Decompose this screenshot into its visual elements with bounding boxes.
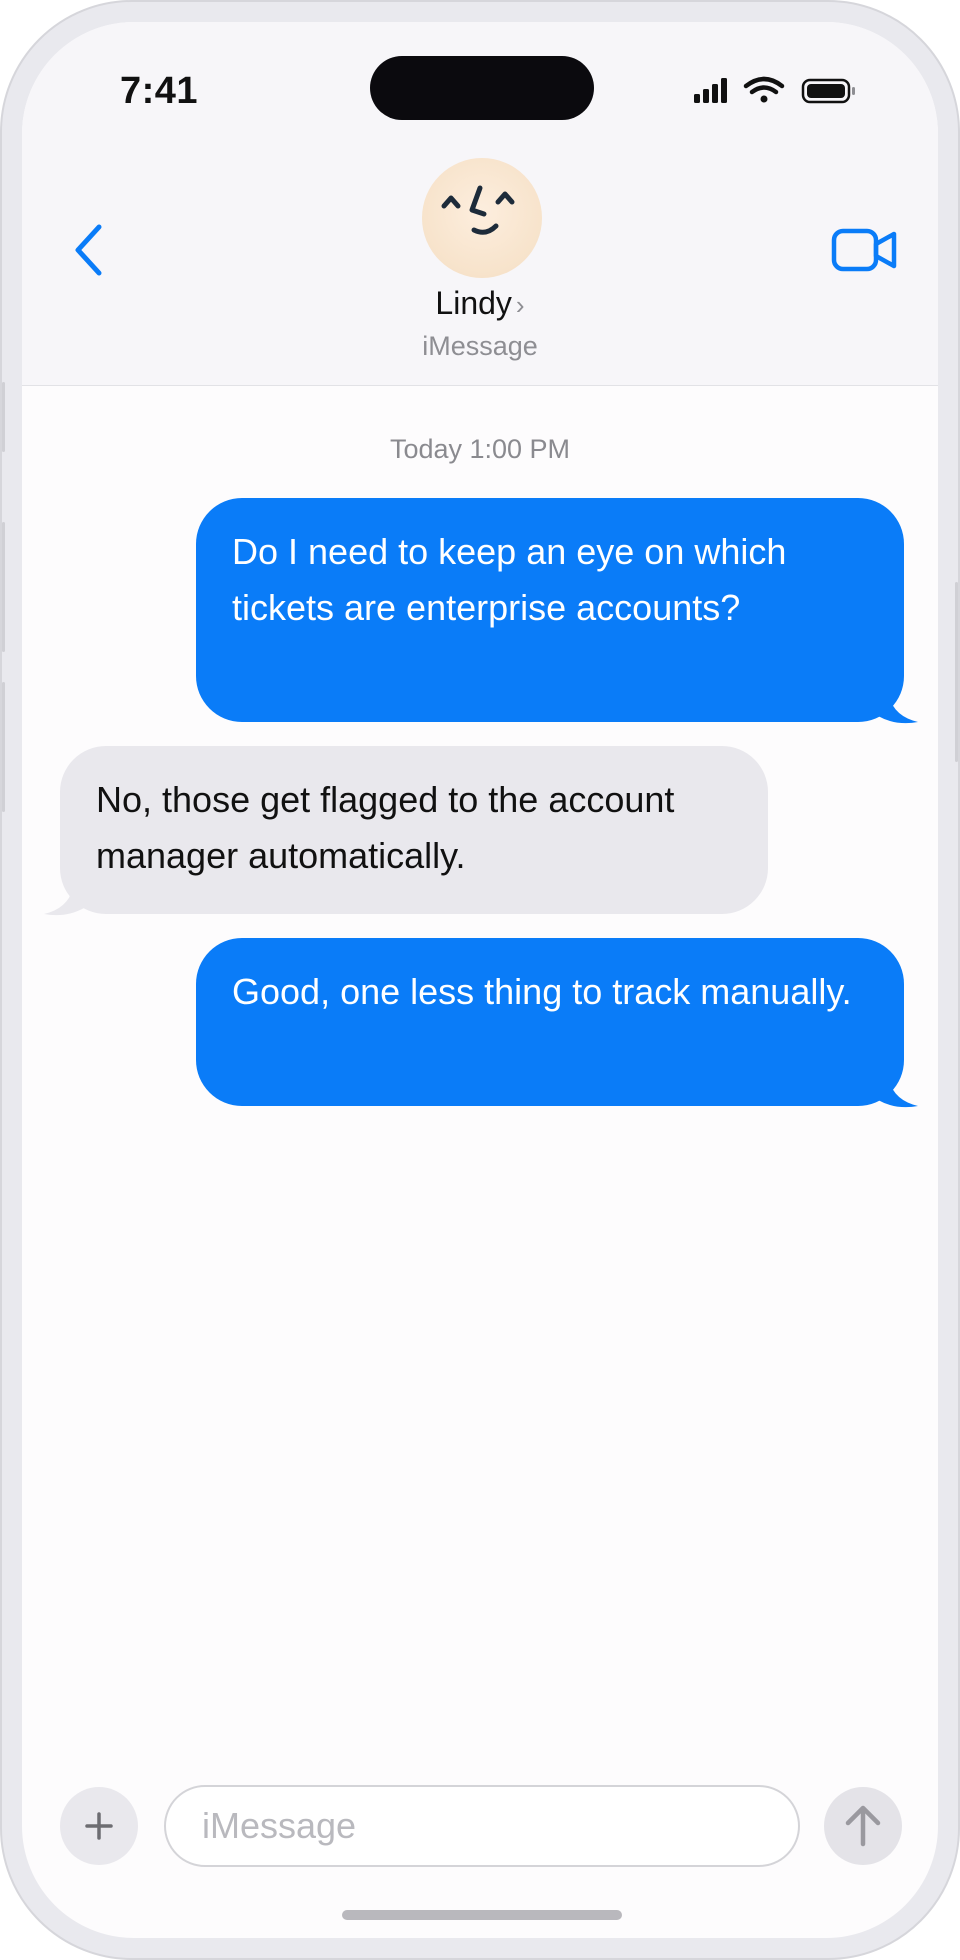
screen: 7:41 Lindy › iMessage Today 1:00 PM Do I…: [22, 22, 938, 1938]
send-button[interactable]: [824, 1787, 902, 1865]
message-input[interactable]: [164, 1785, 800, 1867]
contact-name-row[interactable]: Lindy ›: [22, 285, 938, 322]
mute-switch: [2, 382, 5, 452]
smiling-face-icon: [441, 185, 515, 235]
service-label: iMessage: [422, 331, 538, 361]
status-icons: [692, 76, 872, 106]
message-timestamp: Today 1:00 PM: [389, 434, 571, 464]
cellular-signal-icon: [694, 78, 727, 103]
arrow-up-icon: [845, 1805, 881, 1847]
chevron-left-icon: [75, 224, 102, 276]
add-attachment-button[interactable]: [60, 1787, 138, 1865]
message-bubble-sent[interactable]: Good, one less thing to track manually.: [196, 938, 904, 1106]
conversation-header: 7:41 Lindy › iMessage: [22, 22, 938, 386]
bubble-tail-received: [44, 884, 84, 916]
wifi-icon: [743, 76, 785, 103]
volume-up-button: [2, 522, 5, 652]
message-text: Do I need to keep an eye on which ticket…: [232, 531, 787, 628]
message-text: Good, one less thing to track manually.: [232, 971, 852, 1012]
phone-frame: 7:41 Lindy › iMessage Today 1:00 PM Do I…: [0, 0, 960, 1960]
dynamic-island: [370, 56, 594, 120]
message-bubble-received[interactable]: No, those get flagged to the account man…: [60, 746, 768, 914]
bubble-tail-sent: [878, 692, 918, 724]
contact-avatar[interactable]: [422, 158, 542, 278]
chevron-right-icon: ›: [515, 290, 525, 320]
video-camera-icon: [831, 228, 897, 272]
back-button[interactable]: [60, 210, 116, 290]
plus-icon: [85, 1812, 113, 1840]
volume-down-button: [2, 682, 5, 812]
home-indicator[interactable]: [342, 1910, 622, 1920]
contact-name: Lindy: [435, 285, 512, 321]
battery-icon: [801, 78, 855, 104]
bubble-tail-sent: [878, 1076, 918, 1108]
power-button: [955, 582, 958, 762]
message-text: No, those get flagged to the account man…: [96, 779, 675, 876]
video-call-button[interactable]: [830, 222, 900, 278]
status-time: 7:41: [120, 70, 199, 112]
message-bubble-sent[interactable]: Do I need to keep an eye on which ticket…: [196, 498, 904, 722]
